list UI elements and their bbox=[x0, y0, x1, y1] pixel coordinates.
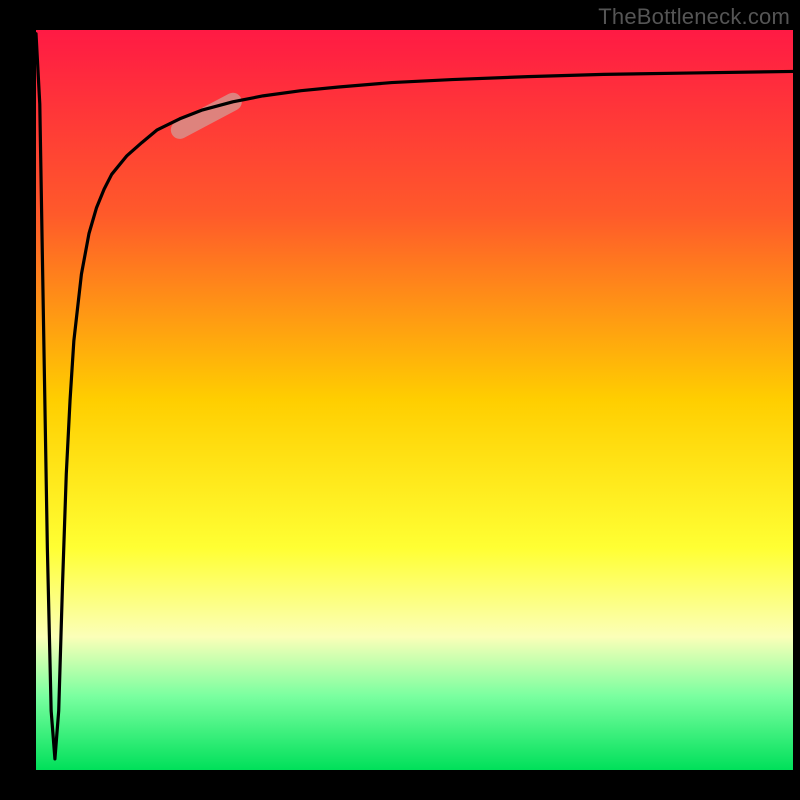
gradient-background bbox=[36, 30, 793, 770]
bottleneck-chart: TheBottleneck.com bbox=[0, 0, 800, 800]
chart-canvas bbox=[0, 0, 800, 800]
watermark-text: TheBottleneck.com bbox=[598, 4, 790, 30]
